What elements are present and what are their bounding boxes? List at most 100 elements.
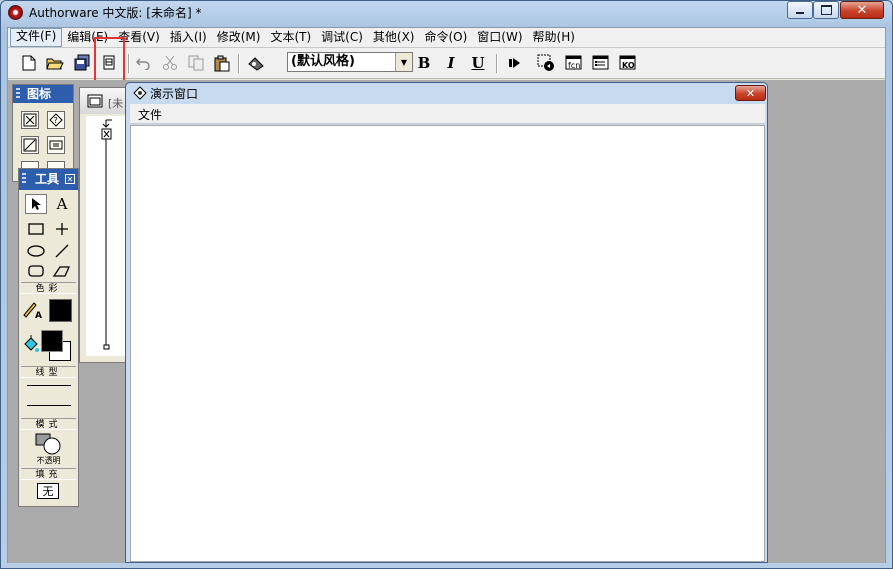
diagonal-line-tool[interactable] [51, 241, 73, 261]
svg-text:?: ? [54, 116, 58, 125]
color-section-label: 色彩 [21, 282, 76, 294]
bold-button[interactable]: B [413, 52, 435, 74]
open-file-button[interactable] [44, 52, 66, 74]
chevron-down-icon[interactable]: ▼ [395, 53, 412, 71]
ellipse-tool[interactable] [25, 241, 47, 261]
flowline-area[interactable] [86, 116, 126, 356]
fill-section-label: 填充 [21, 468, 76, 480]
mode-button[interactable] [35, 433, 63, 455]
interaction-icon-tool[interactable] [21, 136, 39, 154]
pencil-color-button[interactable]: A [23, 299, 42, 321]
window-title: Authorware 中文版: [未命名] * [29, 6, 202, 20]
new-file-button[interactable] [18, 52, 40, 74]
undo-button[interactable] [132, 52, 154, 74]
run-button[interactable] [504, 52, 526, 74]
close-button[interactable]: ✕ [840, 1, 884, 19]
stroke-color-swatch[interactable] [49, 299, 72, 322]
calculation-icon [49, 140, 63, 150]
rounded-rectangle-tool[interactable] [25, 261, 47, 281]
design-window-titlebar[interactable]: [未 [80, 88, 126, 114]
title-bar[interactable]: Authorware 中文版: [未命名] * ✕ [0, 0, 893, 25]
tools-palette-title[interactable]: 工具 ✕ [19, 169, 78, 190]
flowline [101, 119, 112, 350]
svg-text:KO: KO [622, 61, 635, 70]
menu-text[interactable]: 文本(T) [265, 29, 316, 46]
save-all-button[interactable] [71, 52, 93, 74]
polygon-tool[interactable] [51, 261, 73, 281]
fill-pattern-button[interactable]: 无 [37, 483, 59, 499]
presentation-menu-file[interactable]: 文件 [138, 106, 162, 123]
menu-debug[interactable]: 调试(C) [316, 29, 368, 46]
menu-insert[interactable]: 插入(I) [165, 29, 212, 46]
text-tool[interactable]: A [51, 194, 73, 214]
close-icon: ✕ [745, 86, 756, 100]
line-tool-orthogonal[interactable] [51, 219, 73, 239]
fill-bucket-button[interactable] [22, 334, 40, 356]
menu-command[interactable]: 命令(O) [419, 29, 472, 46]
presentation-menubar: 文件 [130, 104, 765, 124]
save-all-icon [74, 54, 90, 71]
minimize-button[interactable] [787, 1, 813, 19]
new-file-icon [22, 55, 36, 71]
menu-help[interactable]: 帮助(H) [528, 29, 580, 46]
find-icon [248, 57, 264, 71]
find-button[interactable] [245, 52, 267, 74]
grip-handle[interactable] [22, 173, 26, 185]
decision-icon-tool[interactable]: ? [47, 111, 65, 129]
icons-palette-title[interactable]: 图标 [13, 85, 73, 103]
presentation-titlebar[interactable]: 演示窗口 ✕ [126, 83, 767, 103]
copy-button[interactable] [185, 52, 207, 74]
presentation-canvas[interactable] [130, 125, 765, 562]
toolbar-separator [238, 54, 240, 73]
display-icon [23, 113, 37, 127]
close-icon: ✕ [856, 2, 868, 18]
interaction-icon [23, 138, 37, 152]
control-panel-button[interactable] [535, 52, 557, 74]
knowledge-objects-button[interactable]: KO [617, 52, 639, 74]
toolbar-separator [128, 54, 130, 73]
presentation-title: 演示窗口 [150, 87, 199, 101]
maximize-icon [820, 5, 832, 15]
run-icon [509, 58, 520, 68]
design-window-title: [未 [108, 97, 124, 110]
arrow-pointer-icon [32, 198, 41, 210]
design-window-icon [87, 94, 103, 108]
maximize-button[interactable] [813, 1, 839, 19]
mode-section-label: 模式 [21, 418, 76, 430]
presentation-close-button[interactable]: ✕ [735, 85, 766, 101]
presentation-window-icon [133, 86, 147, 100]
pointer-tool[interactable] [25, 194, 47, 214]
underline-button[interactable]: U [467, 52, 489, 74]
workspace-right [768, 82, 885, 563]
tools-palette: 工具 ✕ A 色彩 A 线型 模式 不透明 填充 无 [18, 168, 79, 507]
rounded-rectangle-icon [28, 265, 44, 277]
line-style-arrow[interactable] [27, 405, 71, 406]
undo-icon [135, 58, 150, 70]
rectangle-tool[interactable] [25, 219, 47, 239]
diagonal-line-icon [55, 244, 69, 258]
variables-button[interactable] [590, 52, 612, 74]
variables-icon [592, 55, 609, 70]
menu-other[interactable]: 其他(X) [368, 29, 420, 46]
close-icon[interactable]: ✕ [65, 174, 75, 184]
highlight-box [94, 37, 125, 83]
calculation-icon-tool[interactable] [47, 136, 65, 154]
italic-button[interactable]: I [440, 52, 462, 74]
menu-window[interactable]: 窗口(W) [472, 29, 527, 46]
menu-file[interactable]: 文件(F) [10, 28, 63, 47]
grip-handle[interactable] [16, 88, 20, 100]
design-window: [未 [79, 87, 127, 363]
paste-icon [214, 55, 230, 71]
cut-button[interactable] [159, 52, 181, 74]
svg-text:A: A [35, 311, 42, 319]
foreground-color-swatch[interactable] [41, 330, 63, 352]
functions-icon: fcn [565, 55, 582, 70]
display-icon-tool[interactable] [21, 111, 39, 129]
copy-icon [188, 55, 204, 71]
paste-button[interactable] [211, 52, 233, 74]
line-style-thin[interactable] [27, 385, 71, 386]
functions-button[interactable]: fcn [563, 52, 585, 74]
menu-modify[interactable]: 修改(M) [212, 29, 266, 46]
menu-bar: 文件(F) 编辑(E) 查看(V) 插入(I) 修改(M) 文本(T) 调试(C… [8, 28, 885, 48]
control-panel-icon [537, 54, 554, 71]
